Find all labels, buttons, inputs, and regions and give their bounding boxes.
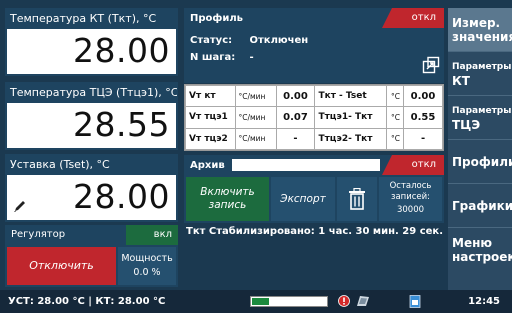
status-progress-fill (252, 298, 269, 305)
temp-tce-body: 28.55 (7, 103, 176, 148)
temp-tce-title: Температура ТЦЭ (Tтцэ1), °C (10, 86, 177, 99)
diff-unit: °C (385, 84, 405, 108)
profile-step-value: - (249, 52, 254, 63)
power-value: 0.0 % (133, 267, 161, 278)
alert-icon[interactable] (338, 295, 350, 307)
side-menu: Измер. значения Параметры КТ Параметры Т… (448, 8, 512, 290)
profile-status-label: Статус: (190, 35, 233, 46)
rate-unit: °C/мин (234, 84, 277, 108)
archive-title: Архив (190, 159, 225, 171)
table-row: Vт тцэ2 °C/мин - Tтцэ2- Tкт °C - (185, 127, 443, 151)
setpoint-title: Уставка (Tset), °C (10, 158, 110, 171)
power-display: Мощность 0.0 % (118, 247, 176, 285)
pencil-icon[interactable] (12, 198, 28, 214)
profile-panel: Профиль откл Статус: Отключен N шага: - (184, 8, 444, 83)
temp-kt-body: 28.00 (7, 29, 176, 74)
setpoint-panel[interactable]: Уставка (Tset), °C 28.00 (5, 154, 178, 222)
status-summary: УСТ: 28.00 °C | КТ: 28.00 °C (8, 296, 166, 307)
usb-drive-icon[interactable] (408, 295, 422, 308)
diff-value: 0.55 (403, 106, 443, 129)
remaining-label: Осталось записей: (389, 181, 432, 202)
rates-table: Vт кт °C/мин 0.00 Tкт - Tset °C 0.00 Vт тцэ1 °C… (184, 84, 444, 151)
menu-item-label: Меню настроек (452, 236, 512, 264)
menu-item-label: Измер. значения (452, 15, 512, 44)
rate-unit: °C/мин (234, 106, 277, 129)
open-window-icon[interactable] (422, 56, 440, 74)
menu-item-label: Профили (452, 154, 512, 169)
rate-name: Vт кт (185, 84, 236, 108)
menu-item-label-small: Параметры (452, 105, 512, 116)
status-bar: УСТ: 28.00 °C | КТ: 28.00 °C 12:45 (0, 290, 512, 313)
rate-value: - (275, 127, 316, 151)
export-button[interactable]: Экспорт (271, 177, 335, 221)
menu-item-profiles[interactable]: Профили (448, 140, 512, 184)
temp-kt-title: Температура КТ (Tкт), °C (10, 12, 157, 25)
diff-name: Tкт - Tset (314, 84, 387, 108)
profile-title: Профиль (190, 13, 243, 24)
regulator-panel: Регулятор вкл Отключить Мощность 0.0 % (5, 225, 178, 287)
menu-item-measured-values[interactable]: Измер. значения (448, 8, 512, 52)
enable-recording-button[interactable]: Включить запись (186, 177, 269, 221)
temp-kt-value: 28.00 (73, 31, 170, 70)
diff-name: Tтцэ1- Tкт (314, 106, 387, 129)
status-progress-bar (250, 296, 328, 307)
delete-button[interactable] (337, 177, 377, 221)
flag-icon[interactable] (356, 295, 370, 307)
profile-step-label: N шага: (190, 52, 236, 63)
temp-tce-panel: Температура ТЦЭ (Tтцэ1), °C 28.55 (5, 82, 178, 150)
regulator-title: Регулятор (11, 229, 66, 240)
temp-tce-value: 28.55 (73, 105, 170, 144)
regulator-off-button[interactable]: Отключить (7, 247, 116, 285)
rate-value: 0.00 (275, 84, 316, 108)
diff-value: 0.00 (403, 84, 443, 108)
trash-icon (349, 188, 365, 210)
archive-status-badge: откл (382, 155, 444, 175)
rate-value: 0.07 (275, 106, 316, 129)
diff-value: - (403, 127, 443, 151)
menu-item-label-big: КТ (452, 73, 470, 88)
rate-name: Vт тцэ1 (185, 106, 236, 129)
regulator-status-badge: вкл (126, 225, 178, 245)
menu-item-params-tce[interactable]: Параметры ТЦЭ (448, 96, 512, 140)
setpoint-body[interactable]: 28.00 (7, 175, 176, 220)
menu-item-label-big: ТЦЭ (452, 117, 481, 132)
profile-status-row: Статус: Отключен (184, 32, 444, 49)
table-row: Vт кт °C/мин 0.00 Tкт - Tset °C 0.00 (185, 84, 443, 108)
profile-step-row: N шага: - (184, 49, 444, 66)
remaining-value: 30000 (396, 205, 425, 215)
clock: 12:45 (468, 296, 500, 307)
rate-unit: °C/мин (234, 127, 277, 151)
rate-name: Vт тцэ2 (185, 127, 236, 151)
remaining-records: Осталось записей: 30000 (379, 177, 442, 221)
menu-item-params-kt[interactable]: Параметры КТ (448, 52, 512, 96)
app-window: Температура КТ (Tкт), °C 28.00 Температу… (0, 0, 512, 313)
diff-unit: °C (385, 127, 405, 151)
table-row: Vт тцэ1 °C/мин 0.07 Tтцэ1- Tкт °C 0.55 (185, 106, 443, 129)
profile-status-value: Отключен (249, 35, 309, 46)
diff-unit: °C (385, 106, 405, 129)
profile-status-badge: откл (382, 8, 444, 28)
menu-item-label-small: Параметры (452, 61, 512, 72)
menu-item-label: Графики (452, 198, 512, 213)
diff-name: Tтцэ2- Tкт (314, 127, 387, 151)
menu-item-charts[interactable]: Графики (448, 184, 512, 228)
temp-kt-panel: Температура КТ (Tкт), °C 28.00 (5, 8, 178, 76)
power-label: Мощность (121, 253, 173, 264)
archive-panel: Архив откл Включить запись Экспорт Остал… (184, 155, 444, 223)
stabilization-text: Tкт Стабилизировано: 1 час. 30 мин. 29 с… (186, 226, 443, 237)
setpoint-value: 28.00 (73, 177, 170, 216)
archive-progress-bar (232, 159, 380, 171)
menu-item-settings[interactable]: Меню настроек (448, 228, 512, 272)
